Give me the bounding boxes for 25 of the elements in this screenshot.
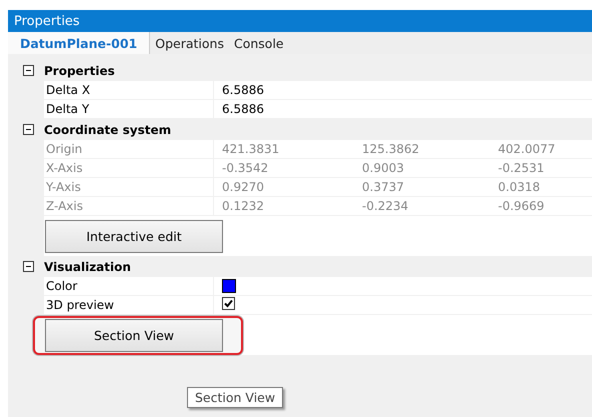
tab[interactable]: Console xyxy=(228,32,289,54)
property-label: Color xyxy=(45,279,78,293)
tooltip: Section View xyxy=(187,387,284,408)
action-button[interactable]: Interactive edit xyxy=(45,220,223,252)
section-view-button[interactable]: Section View xyxy=(45,318,223,352)
checkbox[interactable] xyxy=(222,297,235,310)
section-header: Visualization xyxy=(44,260,131,274)
collapse-icon[interactable] xyxy=(22,261,34,272)
property-label: Origin xyxy=(45,142,82,156)
property-label: Y-Axis xyxy=(45,180,81,194)
value-cell[interactable]: 6.5886 xyxy=(214,83,592,97)
value-cell[interactable]: 6.5886 xyxy=(214,102,592,116)
collapse-icon[interactable] xyxy=(22,65,34,76)
collapse-icon[interactable] xyxy=(22,124,34,135)
property-label: Delta Y xyxy=(45,102,90,116)
tab[interactable]: Operations xyxy=(150,32,229,54)
panel-title-bar: Properties xyxy=(8,10,592,32)
property-label: Z-Axis xyxy=(45,199,83,213)
section-header: Coordinate system xyxy=(44,122,172,136)
property-label: Delta X xyxy=(45,83,90,97)
color-swatch[interactable] xyxy=(222,279,236,293)
property-label: X-Axis xyxy=(45,161,83,175)
property-label: 3D preview xyxy=(45,298,114,312)
section-header: Properties xyxy=(44,64,115,78)
tab[interactable]: DatumPlane-001 xyxy=(8,32,150,54)
